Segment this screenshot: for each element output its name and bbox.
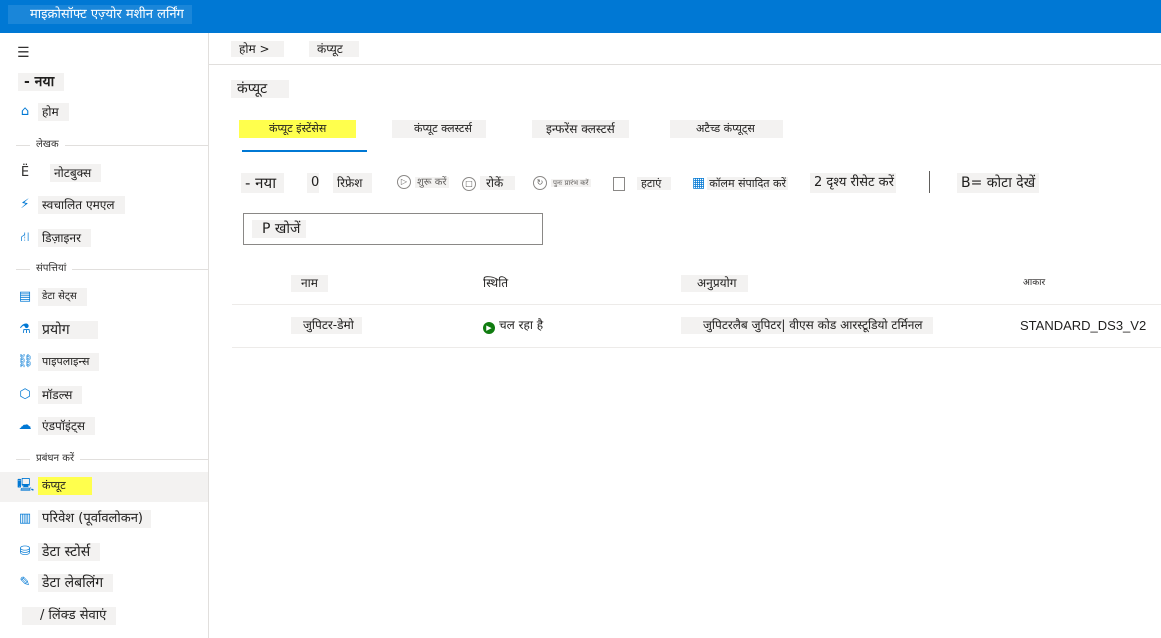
search-input[interactable]: P खोजें <box>243 213 543 245</box>
view-quota-button[interactable]: B= कोटा देखें <box>957 173 1040 193</box>
toolbar-divider <box>929 171 930 193</box>
stop-button[interactable]: □ रोकें <box>462 173 516 193</box>
stop-icon: □ <box>462 176 476 191</box>
search-placeholder: P खोजें <box>252 220 307 238</box>
sidebar-item-models[interactable]: ⬡ मॉडल्स <box>0 381 208 411</box>
play-icon: ▷ <box>397 175 411 189</box>
table-row-divider <box>232 347 1161 348</box>
running-status-icon: ▶ <box>483 322 495 334</box>
new-compute-button[interactable]: - नया <box>241 173 285 193</box>
cell-name[interactable]: जुपिटर-डेमो <box>291 317 362 334</box>
hamburger-menu-icon[interactable]: ☰ <box>17 45 30 61</box>
designer-icon: ⛙ <box>20 230 30 245</box>
column-header-applications[interactable]: अनुप्रयोग <box>681 275 749 292</box>
column-header-name[interactable]: नाम <box>291 275 328 292</box>
sidebar-section-author: लेखक <box>0 138 208 152</box>
tab-compute-clusters[interactable]: कंप्यूट क्लस्टर्स <box>392 120 486 138</box>
sidebar-item-experiments[interactable]: ⚗ प्रयोग <box>0 316 208 346</box>
active-tab-indicator <box>242 150 367 152</box>
sidebar-item-label: पाइपलाइन्स <box>38 353 100 371</box>
home-icon: ⌂ <box>20 104 30 119</box>
trash-icon <box>613 176 625 191</box>
pipelines-icon: ⛓ <box>17 354 34 369</box>
sidebar-item-datastores[interactable]: ⛁ डेटा स्टोर्स <box>0 538 208 568</box>
environments-icon: ▥ <box>18 511 32 526</box>
sidebar-section-manage: प्रबंधन करें <box>0 452 208 466</box>
sidebar-item-notebooks[interactable]: Ë नोटबुक्स <box>0 159 208 189</box>
data-labeling-icon: ✎ <box>19 575 31 590</box>
experiments-icon: ⚗ <box>19 322 31 337</box>
sidebar-item-linked-services[interactable]: / लिंक्ड सेवाएं <box>0 602 208 632</box>
start-button[interactable]: ▷ शुरू करें <box>393 173 453 193</box>
datastores-icon: ⛁ <box>19 544 31 559</box>
sidebar-item-label: परिवेश (पूर्वावलोकन) <box>38 510 151 528</box>
sidebar-item-label: कंप्यूट <box>38 477 92 495</box>
delete-button[interactable]: हटाएं <box>613 173 672 193</box>
sidebar-item-pipelines[interactable]: ⛓ पाइपलाइन्स <box>0 348 208 378</box>
breadcrumb-home[interactable]: होम > <box>231 41 284 57</box>
edit-columns-label: कॉलम संपादित करें <box>707 177 789 190</box>
column-header-size[interactable]: आकार <box>1017 275 1051 292</box>
edit-columns-button[interactable]: ▦ कॉलम संपादित करें <box>692 173 789 193</box>
main-content: होम > कंप्यूट कंप्यूट कंप्यूट इंस्टेंसेस… <box>209 33 1161 638</box>
sidebar-item-label: मॉडल्स <box>38 386 83 404</box>
sidebar-item-label: प्रयोग <box>38 321 98 339</box>
cell-size: STANDARD_DS3_V2 <box>1020 318 1147 333</box>
sidebar: ☰ - नया ⌂ होम लेखक Ë नोटबुक्स ⚡ स्वचालित… <box>0 33 209 638</box>
column-header-state[interactable]: स्थिति <box>477 275 514 292</box>
sidebar-item-label: होम <box>38 103 69 121</box>
sidebar-item-label: डेटा लेबलिंग <box>38 574 114 592</box>
sidebar-item-label: स्वचालित एमएल <box>38 196 125 214</box>
sidebar-item-environments[interactable]: ▥ परिवेश (पूर्वावलोकन) <box>0 505 208 535</box>
sidebar-item-designer[interactable]: ⛙ डिज़ाइनर <box>0 224 208 254</box>
sidebar-item-label: एंडपॉइंट्स <box>38 417 96 435</box>
datasets-icon: ▤ <box>18 289 32 304</box>
top-bar: माइक्रोसॉफ्ट एज़्योर मशीन लर्निंग <box>0 0 1161 33</box>
restart-icon: ↻ <box>533 176 547 190</box>
models-icon: ⬡ <box>19 387 31 402</box>
sidebar-item-label: डिज़ाइनर <box>38 229 92 247</box>
table-header-divider <box>232 304 1161 305</box>
endpoints-icon: ☁ <box>18 418 32 433</box>
sidebar-item-data-labeling[interactable]: ✎ डेटा लेबलिंग <box>0 569 208 599</box>
sidebar-item-compute[interactable]: 🖳 कंप्यूट <box>0 472 208 502</box>
stop-label: रोकें <box>480 176 516 190</box>
sidebar-item-datasets[interactable]: ▤ डेटा सेट्स <box>0 283 208 313</box>
automl-icon: ⚡ <box>20 197 30 212</box>
refresh-button[interactable]: रिफ्रेश <box>333 173 373 193</box>
breadcrumb-current: कंप्यूट <box>309 41 359 57</box>
sidebar-item-label: नोटबुक्स <box>50 164 102 182</box>
app-title[interactable]: माइक्रोसॉफ्ट एज़्योर मशीन लर्निंग <box>8 5 192 24</box>
tab-attached-compute[interactable]: अटैच्ड कंप्यूट्स <box>670 120 783 138</box>
notebook-icon: Ë <box>20 165 30 180</box>
sidebar-item-label: डेटा स्टोर्स <box>38 543 101 561</box>
sidebar-section-assets: संपत्तियां <box>0 262 208 276</box>
sidebar-item-label: / लिंक्ड सेवाएं <box>22 607 117 625</box>
sidebar-item-endpoints[interactable]: ☁ एंडपॉइंट्स <box>0 412 208 442</box>
page-title: कंप्यूट <box>231 80 290 98</box>
restart-label: पुनः प्रारंभ करें <box>551 179 591 187</box>
start-label: शुरू करें <box>415 177 449 188</box>
tab-compute-instances[interactable]: कंप्यूट इंस्टेंसेस <box>239 120 357 138</box>
refresh-icon[interactable]: 0 <box>307 173 320 193</box>
sidebar-item-automated-ml[interactable]: ⚡ स्वचालित एमएल <box>0 191 208 221</box>
restart-button[interactable]: ↻ पुनः प्रारंभ करें <box>529 173 595 193</box>
cell-applications[interactable]: जुपिटरलैब जुपिटर| वीएस कोड आरस्टूडियो टर… <box>681 317 933 334</box>
sidebar-item-label: डेटा सेट्स <box>38 288 87 306</box>
reset-view-button[interactable]: 2 दृश्य रीसेट करें <box>810 173 896 193</box>
state-text: चल रहा है <box>499 318 544 332</box>
compute-icon: 🖳 <box>17 478 35 493</box>
breadcrumb: होम > कंप्यूट <box>209 33 1161 65</box>
sidebar-new-button[interactable]: - नया <box>18 73 65 91</box>
sidebar-item-home[interactable]: ⌂ होम <box>0 98 208 128</box>
tab-inference-clusters[interactable]: इन्फरेंस क्लस्टर्स <box>532 120 629 138</box>
delete-label: हटाएं <box>637 177 672 190</box>
columns-icon: ▦ <box>692 175 706 191</box>
cell-state: ▶ चल रहा है <box>483 317 543 334</box>
